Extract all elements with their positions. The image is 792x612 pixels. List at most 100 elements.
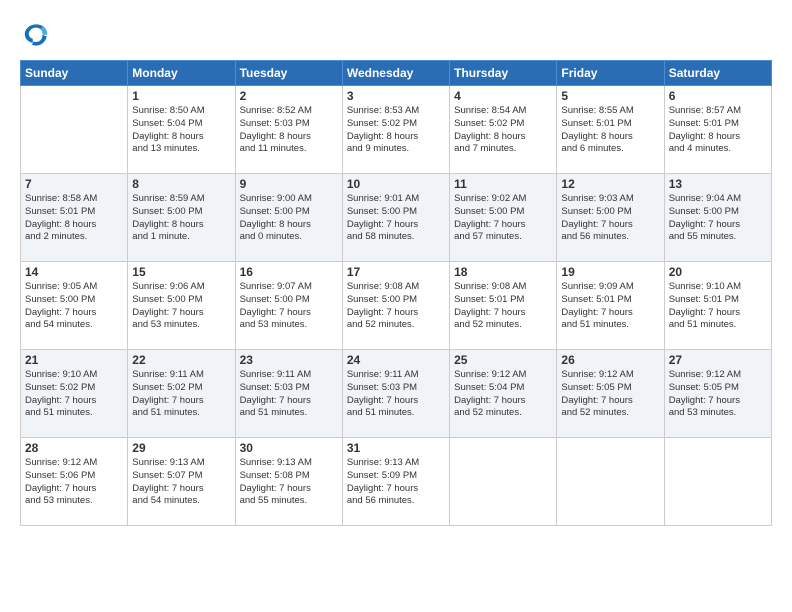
day-info: Sunrise: 9:01 AM Sunset: 5:00 PM Dayligh… <box>347 193 445 244</box>
calendar-cell: 11 Sunrise: 9:02 AM Sunset: 5:00 PM Dayli… <box>450 174 557 262</box>
day-info: Sunrise: 9:04 AM Sunset: 5:00 PM Dayligh… <box>669 193 767 244</box>
calendar-cell: 10Sunrise: 9:01 AM Sunset: 5:00 PM Dayli… <box>342 174 449 262</box>
day-number: 4 <box>454 89 552 103</box>
calendar-week-4: 21Sunrise: 9:10 AM Sunset: 5:02 PM Dayli… <box>21 350 772 438</box>
weekday-header-wednesday: Wednesday <box>342 61 449 86</box>
calendar-cell: 27 Sunrise: 9:12 AM Sunset: 5:05 PM Dayli… <box>664 350 771 438</box>
day-info: Sunrise: 9:10 AM Sunset: 5:02 PM Dayligh… <box>25 369 123 420</box>
day-info: Sunrise: 9:05 AM Sunset: 5:00 PM Dayligh… <box>25 281 123 332</box>
calendar-cell: 23 Sunrise: 9:11 AM Sunset: 5:03 PM Dayli… <box>235 350 342 438</box>
calendar-cell: 29Sunrise: 9:13 AM Sunset: 5:07 PM Dayli… <box>128 438 235 526</box>
weekday-header-saturday: Saturday <box>664 61 771 86</box>
day-info: Sunrise: 9:13 AM Sunset: 5:08 PM Dayligh… <box>240 457 338 508</box>
calendar-cell <box>664 438 771 526</box>
weekday-header-row: SundayMondayTuesdayWednesdayThursdayFrid… <box>21 61 772 86</box>
day-number: 19 <box>561 265 659 279</box>
day-number: 6 <box>669 89 767 103</box>
day-info: Sunrise: 8:53 AM Sunset: 5:02 PM Dayligh… <box>347 105 445 156</box>
day-info: Sunrise: 9:11 AM Sunset: 5:03 PM Dayligh… <box>347 369 445 420</box>
logo <box>20 18 56 50</box>
calendar-cell: 1 Sunrise: 8:50 AM Sunset: 5:04 PM Daylig… <box>128 86 235 174</box>
day-number: 18 <box>454 265 552 279</box>
day-info: Sunrise: 8:57 AM Sunset: 5:01 PM Dayligh… <box>669 105 767 156</box>
day-info: Sunrise: 8:52 AM Sunset: 5:03 PM Dayligh… <box>240 105 338 156</box>
calendar-cell: 3 Sunrise: 8:53 AM Sunset: 5:02 PM Daylig… <box>342 86 449 174</box>
day-info: Sunrise: 9:08 AM Sunset: 5:00 PM Dayligh… <box>347 281 445 332</box>
calendar-cell: 17 Sunrise: 9:08 AM Sunset: 5:00 PM Dayli… <box>342 262 449 350</box>
calendar-cell: 28 Sunrise: 9:12 AM Sunset: 5:06 PM Dayli… <box>21 438 128 526</box>
weekday-header-friday: Friday <box>557 61 664 86</box>
day-number: 15 <box>132 265 230 279</box>
calendar-cell: 7Sunrise: 8:58 AM Sunset: 5:01 PM Daylig… <box>21 174 128 262</box>
calendar-week-3: 14Sunrise: 9:05 AM Sunset: 5:00 PM Dayli… <box>21 262 772 350</box>
calendar-cell: 2 Sunrise: 8:52 AM Sunset: 5:03 PM Daylig… <box>235 86 342 174</box>
day-number: 9 <box>240 177 338 191</box>
calendar-cell: 31 Sunrise: 9:13 AM Sunset: 5:09 PM Dayli… <box>342 438 449 526</box>
day-info: Sunrise: 9:03 AM Sunset: 5:00 PM Dayligh… <box>561 193 659 244</box>
day-number: 12 <box>561 177 659 191</box>
day-info: Sunrise: 8:50 AM Sunset: 5:04 PM Dayligh… <box>132 105 230 156</box>
day-info: Sunrise: 8:59 AM Sunset: 5:00 PM Dayligh… <box>132 193 230 244</box>
calendar-cell: 4 Sunrise: 8:54 AM Sunset: 5:02 PM Daylig… <box>450 86 557 174</box>
day-number: 22 <box>132 353 230 367</box>
day-number: 16 <box>240 265 338 279</box>
logo-icon <box>20 18 52 50</box>
calendar-cell: 20Sunrise: 9:10 AM Sunset: 5:01 PM Dayli… <box>664 262 771 350</box>
day-number: 1 <box>132 89 230 103</box>
day-number: 30 <box>240 441 338 455</box>
calendar-cell: 26 Sunrise: 9:12 AM Sunset: 5:05 PM Dayli… <box>557 350 664 438</box>
calendar-cell: 25 Sunrise: 9:12 AM Sunset: 5:04 PM Dayli… <box>450 350 557 438</box>
calendar-week-2: 7Sunrise: 8:58 AM Sunset: 5:01 PM Daylig… <box>21 174 772 262</box>
day-info: Sunrise: 9:11 AM Sunset: 5:02 PM Dayligh… <box>132 369 230 420</box>
calendar-cell: 22 Sunrise: 9:11 AM Sunset: 5:02 PM Dayli… <box>128 350 235 438</box>
day-number: 7 <box>25 177 123 191</box>
calendar-cell: 15 Sunrise: 9:06 AM Sunset: 5:00 PM Dayli… <box>128 262 235 350</box>
weekday-header-sunday: Sunday <box>21 61 128 86</box>
day-number: 8 <box>132 177 230 191</box>
day-number: 26 <box>561 353 659 367</box>
weekday-header-thursday: Thursday <box>450 61 557 86</box>
calendar-cell: 13 Sunrise: 9:04 AM Sunset: 5:00 PM Dayli… <box>664 174 771 262</box>
day-info: Sunrise: 9:12 AM Sunset: 5:04 PM Dayligh… <box>454 369 552 420</box>
day-number: 11 <box>454 177 552 191</box>
day-info: Sunrise: 9:10 AM Sunset: 5:01 PM Dayligh… <box>669 281 767 332</box>
calendar-cell: 16Sunrise: 9:07 AM Sunset: 5:00 PM Dayli… <box>235 262 342 350</box>
weekday-header-tuesday: Tuesday <box>235 61 342 86</box>
day-number: 2 <box>240 89 338 103</box>
day-info: Sunrise: 9:08 AM Sunset: 5:01 PM Dayligh… <box>454 281 552 332</box>
day-info: Sunrise: 9:12 AM Sunset: 5:05 PM Dayligh… <box>669 369 767 420</box>
calendar-cell: 19 Sunrise: 9:09 AM Sunset: 5:01 PM Dayli… <box>557 262 664 350</box>
calendar-cell: 30 Sunrise: 9:13 AM Sunset: 5:08 PM Dayli… <box>235 438 342 526</box>
calendar-cell: 24 Sunrise: 9:11 AM Sunset: 5:03 PM Dayli… <box>342 350 449 438</box>
calendar-cell: 18 Sunrise: 9:08 AM Sunset: 5:01 PM Dayli… <box>450 262 557 350</box>
day-number: 13 <box>669 177 767 191</box>
calendar-cell <box>557 438 664 526</box>
day-number: 23 <box>240 353 338 367</box>
day-number: 5 <box>561 89 659 103</box>
day-number: 3 <box>347 89 445 103</box>
calendar-week-5: 28 Sunrise: 9:12 AM Sunset: 5:06 PM Dayli… <box>21 438 772 526</box>
day-info: Sunrise: 9:06 AM Sunset: 5:00 PM Dayligh… <box>132 281 230 332</box>
day-number: 28 <box>25 441 123 455</box>
day-info: Sunrise: 9:13 AM Sunset: 5:07 PM Dayligh… <box>132 457 230 508</box>
day-info: Sunrise: 9:00 AM Sunset: 5:00 PM Dayligh… <box>240 193 338 244</box>
day-info: Sunrise: 9:12 AM Sunset: 5:05 PM Dayligh… <box>561 369 659 420</box>
day-info: Sunrise: 9:11 AM Sunset: 5:03 PM Dayligh… <box>240 369 338 420</box>
day-info: Sunrise: 8:54 AM Sunset: 5:02 PM Dayligh… <box>454 105 552 156</box>
day-number: 17 <box>347 265 445 279</box>
day-number: 31 <box>347 441 445 455</box>
calendar-cell: 9 Sunrise: 9:00 AM Sunset: 5:00 PM Daylig… <box>235 174 342 262</box>
calendar-cell: 14Sunrise: 9:05 AM Sunset: 5:00 PM Dayli… <box>21 262 128 350</box>
day-number: 24 <box>347 353 445 367</box>
calendar-cell: 21Sunrise: 9:10 AM Sunset: 5:02 PM Dayli… <box>21 350 128 438</box>
calendar-cell: 12 Sunrise: 9:03 AM Sunset: 5:00 PM Dayli… <box>557 174 664 262</box>
day-info: Sunrise: 9:12 AM Sunset: 5:06 PM Dayligh… <box>25 457 123 508</box>
day-info: Sunrise: 9:02 AM Sunset: 5:00 PM Dayligh… <box>454 193 552 244</box>
day-number: 25 <box>454 353 552 367</box>
day-number: 27 <box>669 353 767 367</box>
page: SundayMondayTuesdayWednesdayThursdayFrid… <box>0 0 792 612</box>
day-info: Sunrise: 9:09 AM Sunset: 5:01 PM Dayligh… <box>561 281 659 332</box>
calendar-cell: 8 Sunrise: 8:59 AM Sunset: 5:00 PM Daylig… <box>128 174 235 262</box>
day-info: Sunrise: 9:13 AM Sunset: 5:09 PM Dayligh… <box>347 457 445 508</box>
calendar-cell: 5Sunrise: 8:55 AM Sunset: 5:01 PM Daylig… <box>557 86 664 174</box>
